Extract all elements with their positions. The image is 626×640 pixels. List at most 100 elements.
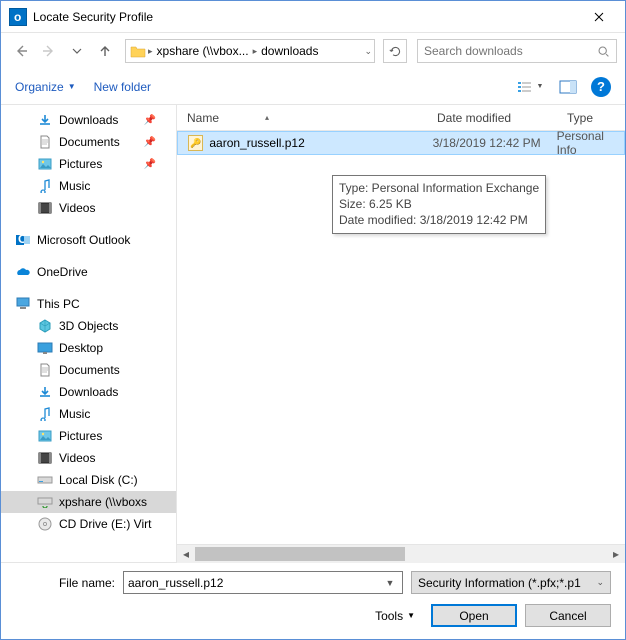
chevron-down-icon: ▼ [537,83,544,90]
music-icon [37,406,53,422]
certificate-file-icon: 🔑 [188,135,203,151]
chevron-down-icon[interactable]: ⌄ [364,46,372,57]
address-bar[interactable]: ▸ xpshare (\\vbox... ▸ downloads ⌄ [125,39,375,63]
nav-item-music[interactable]: Music [1,175,176,197]
3d-objects-icon [37,318,53,334]
nav-item-xpshare[interactable]: xpshare (\\vboxs [1,491,176,513]
nav-item-thispc[interactable]: This PC [1,293,176,315]
chevron-down-icon: ▼ [407,611,415,620]
arrow-left-icon [13,43,29,59]
nav-item-documents[interactable]: Documents📌 [1,131,176,153]
nav-item-documents2[interactable]: Documents [1,359,176,381]
open-button[interactable]: Open [431,604,517,627]
horizontal-scrollbar[interactable]: ◂ ▸ [177,544,625,562]
refresh-button[interactable] [383,39,407,63]
forward-button[interactable] [37,39,61,63]
navigation-pane: Downloads📌 Documents📌 Pictures📌 Music Vi… [1,105,176,562]
recent-locations-button[interactable] [65,39,89,63]
up-button[interactable] [93,39,117,63]
pin-icon: 📌 [144,159,156,170]
new-folder-button[interactable]: New folder [94,80,151,94]
file-row[interactable]: 🔑 aaron_russell.p12 3/18/2019 12:42 PM P… [177,131,625,155]
downloads-icon [37,112,53,128]
details-view-icon [517,80,535,94]
nav-item-outlook[interactable]: OMicrosoft Outlook [1,229,176,251]
title-bar: o Locate Security Profile [1,1,625,33]
arrow-right-icon [41,43,57,59]
nav-item-music2[interactable]: Music [1,403,176,425]
close-button[interactable] [577,3,621,31]
chevron-down-icon: ▼ [68,82,76,91]
file-name: aaron_russell.p12 [209,136,432,150]
scrollbar-thumb[interactable] [195,547,405,561]
filename-combobox[interactable]: ▼ [123,571,403,594]
pictures-icon [37,156,53,172]
breadcrumb-segment[interactable]: downloads [257,42,322,60]
nav-item-3dobjects[interactable]: 3D Objects [1,315,176,337]
column-headers: Name▴ Date modified Type [177,105,625,131]
file-type: Personal Info [557,131,624,157]
organize-menu[interactable]: Organize ▼ [15,80,76,94]
preview-pane-button[interactable] [553,76,583,98]
close-icon [594,12,604,22]
view-options-button[interactable]: ▼ [515,76,545,98]
scroll-right-button[interactable]: ▸ [607,545,625,563]
dialog-body: Downloads📌 Documents📌 Pictures📌 Music Vi… [1,105,625,562]
search-input[interactable] [424,44,591,58]
nav-item-onedrive[interactable]: OneDrive [1,261,176,283]
cancel-button[interactable]: Cancel [525,604,611,627]
file-tooltip: Type: Personal Information Exchange Size… [332,175,546,234]
scroll-left-button[interactable]: ◂ [177,545,195,563]
file-type-filter[interactable]: Security Information (*.pfx;*.p1 ⌄ [411,571,611,594]
chevron-down-icon[interactable]: ▼ [382,578,398,588]
cd-drive-icon [37,516,53,532]
outlook-app-icon: o [9,8,27,26]
onedrive-icon [15,264,31,280]
back-button[interactable] [9,39,33,63]
nav-item-pictures2[interactable]: Pictures [1,425,176,447]
nav-item-videos[interactable]: Videos [1,197,176,219]
help-button[interactable]: ? [591,77,611,97]
nav-item-localdisk[interactable]: Local Disk (C:) [1,469,176,491]
tools-menu[interactable]: Tools ▼ [375,609,415,623]
filename-input[interactable] [128,576,382,590]
column-header-type[interactable]: Type [567,111,625,125]
column-header-date[interactable]: Date modified [437,111,567,125]
documents-icon [37,134,53,150]
filename-label: File name: [15,576,115,590]
desktop-icon [37,340,53,356]
pin-icon: 📌 [144,115,156,126]
chevron-down-icon: ⌄ [596,577,604,588]
file-list: 🔑 aaron_russell.p12 3/18/2019 12:42 PM P… [177,131,625,544]
svg-text:o: o [14,10,21,24]
outlook-icon: O [15,232,31,248]
pictures-icon [37,428,53,444]
nav-item-downloads2[interactable]: Downloads [1,381,176,403]
nav-item-downloads[interactable]: Downloads📌 [1,109,176,131]
nav-item-pictures[interactable]: Pictures📌 [1,153,176,175]
dialog-footer: File name: ▼ Security Information (*.pfx… [1,562,625,639]
nav-bar: ▸ xpshare (\\vbox... ▸ downloads ⌄ [1,33,625,69]
nav-item-cddrive[interactable]: CD Drive (E:) Virt [1,513,176,535]
search-icon [597,45,610,58]
folder-icon [128,41,148,61]
nav-item-videos2[interactable]: Videos [1,447,176,469]
preview-pane-icon [559,80,577,94]
videos-icon [37,200,53,216]
command-bar: Organize ▼ New folder ▼ ? [1,69,625,105]
nav-item-desktop[interactable]: Desktop [1,337,176,359]
pin-icon: 📌 [144,137,156,148]
scrollbar-track[interactable] [195,545,607,563]
window-title: Locate Security Profile [33,10,577,24]
sort-ascending-icon: ▴ [265,113,269,122]
music-icon [37,178,53,194]
chevron-down-icon [72,46,82,56]
documents-icon [37,362,53,378]
breadcrumb-segment[interactable]: xpshare (\\vbox... [153,42,253,60]
refresh-icon [389,45,402,58]
file-list-pane: Name▴ Date modified Type 🔑 aaron_russell… [176,105,625,562]
network-drive-icon [37,494,53,510]
videos-icon [37,450,53,466]
column-header-name[interactable]: Name▴ [187,111,437,125]
search-box[interactable] [417,39,617,63]
